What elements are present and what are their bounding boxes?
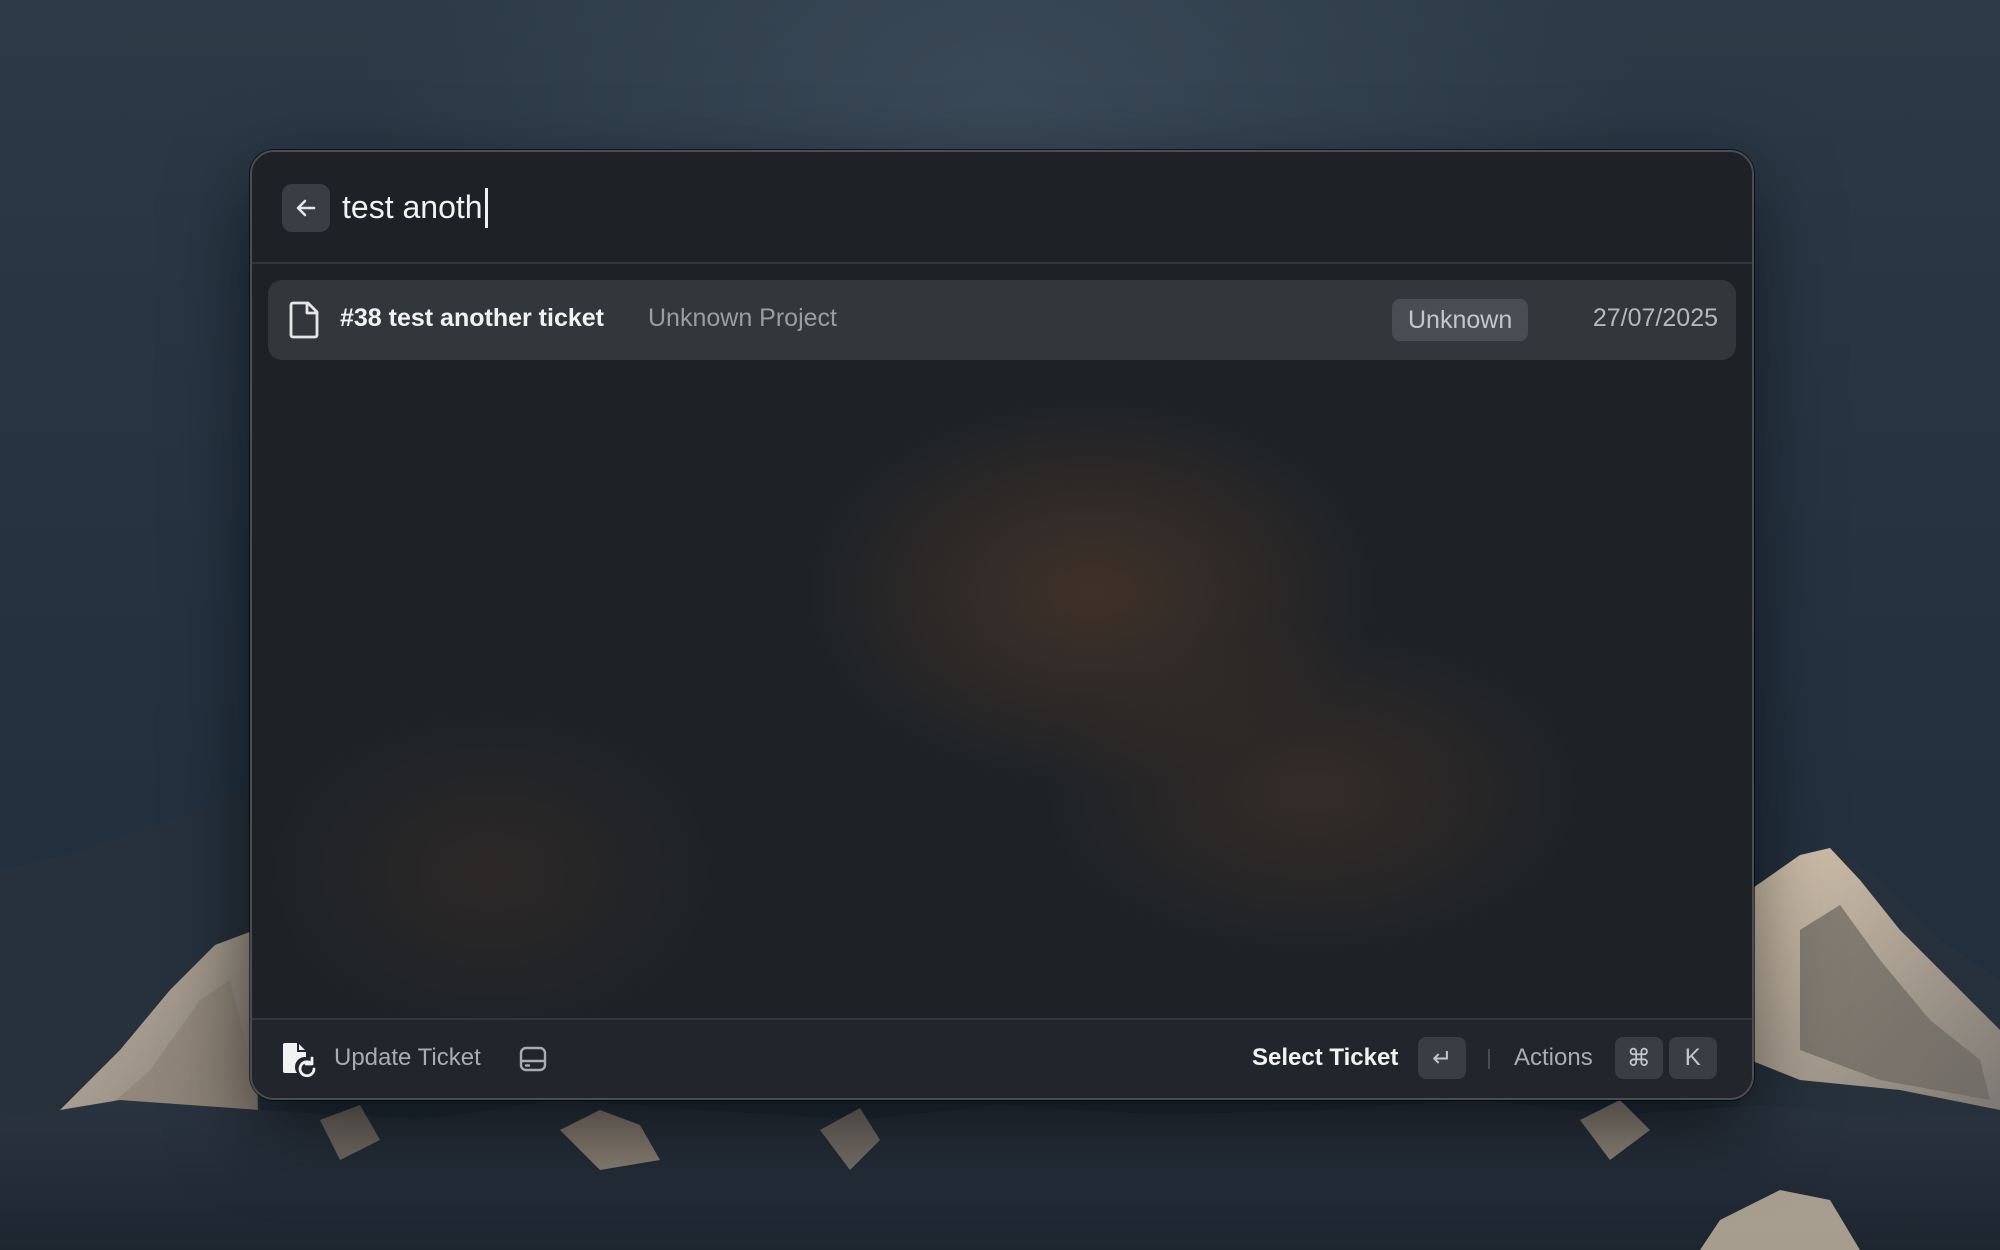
- list-item-date: 27/07/2025: [1592, 304, 1718, 332]
- primary-action-label: Select Ticket: [1252, 1044, 1399, 1071]
- launcher-window: #38 test another ticket Unknown Project …: [250, 150, 1754, 1100]
- list-item-subtitle: Unknown Project: [648, 304, 837, 332]
- secondary-action-label: Actions: [1514, 1044, 1593, 1071]
- search-bar: [252, 152, 1752, 264]
- enter-key: ↵: [1418, 1037, 1467, 1079]
- select-ticket-button[interactable]: Select Ticket ↵: [1252, 1036, 1467, 1080]
- document-icon: [289, 301, 319, 339]
- k-key: K: [1668, 1037, 1717, 1079]
- arrow-left-icon: [296, 199, 316, 217]
- desktop-background: #38 test another ticket Unknown Project …: [0, 0, 2000, 1250]
- actions-button[interactable]: Actions ⌘ K: [1514, 1036, 1717, 1080]
- status-badge: Unknown: [1392, 299, 1529, 341]
- list-item-title: #38 test another ticket: [340, 304, 604, 332]
- list-item[interactable]: #38 test another ticket Unknown Project …: [268, 280, 1736, 360]
- command-key: ⌘: [1614, 1037, 1663, 1079]
- action-divider: [1488, 1049, 1490, 1069]
- document-refresh-icon: [283, 1043, 316, 1078]
- text-cursor: [484, 188, 488, 228]
- back-button[interactable]: [282, 184, 330, 232]
- tray-icon: [519, 1046, 547, 1072]
- search-input[interactable]: [342, 180, 1702, 234]
- action-bar: Update Ticket Select Ticket ↵ Actions ⌘ …: [252, 1018, 1752, 1098]
- command-title: Update Ticket: [334, 1044, 481, 1071]
